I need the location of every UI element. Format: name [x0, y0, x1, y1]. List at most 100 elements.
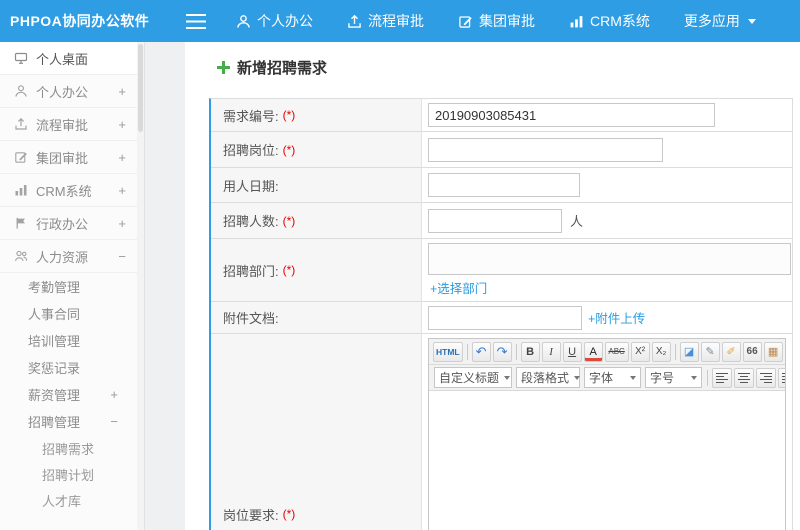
nav-process-approval[interactable]: 流程审批 [347, 11, 424, 31]
sidebar-item-recruit-demand[interactable]: 招聘需求 [0, 435, 144, 461]
dept-textarea[interactable] [428, 243, 791, 275]
form-row-requirement: 岗位要求: (*) HTML ↶ ↷ B I U A ABC X² X₂ ◪ ✎… [211, 334, 792, 530]
emoticon-button[interactable]: ▦ [763, 341, 783, 362]
hire-date-input[interactable] [428, 173, 580, 197]
top-bar: PHPOA协同办公软件 个人办公 流程审批 集团审批 CRM系统 更多应用 [0, 0, 800, 42]
sidebar-item-crm-system[interactable]: CRM系统 + [0, 174, 144, 207]
align-left-button[interactable] [712, 367, 732, 388]
label-text: 附件文档: [223, 311, 279, 326]
highlight-button[interactable]: ✐ [721, 341, 741, 362]
sidebar-item-label: 奖惩记录 [28, 361, 81, 376]
flag-icon [14, 216, 28, 230]
combo-label: 字体 [589, 371, 614, 385]
nav-personal-office[interactable]: 个人办公 [236, 11, 313, 31]
sidebar-item-human-resources[interactable]: 人力资源 − [0, 240, 144, 273]
align-justify-button[interactable] [778, 367, 785, 388]
sidebar-item-process-approval[interactable]: 流程审批 + [0, 108, 144, 141]
sidebar-item-hr-contract[interactable]: 人事合同 [0, 300, 144, 327]
position-input[interactable] [428, 137, 663, 162]
toolbar-separator [466, 343, 468, 360]
sidebar-item-recruit-mgmt[interactable]: 招聘管理 − [0, 408, 144, 435]
main-area: 新增招聘需求 需求编号: (*) 招聘岗位: (*) [145, 42, 800, 530]
required-mark: (*) [282, 263, 296, 277]
redo-button[interactable]: ↷ [492, 341, 512, 362]
form-row-position: 招聘岗位: (*) [211, 132, 792, 168]
sidebar-item-label: 薪资管理 [28, 388, 81, 403]
person-icon [236, 14, 251, 29]
process-icon [14, 117, 28, 131]
required-mark: (*) [282, 108, 296, 122]
strikethrough-button[interactable]: ABC [604, 341, 629, 362]
attachment-input[interactable] [428, 305, 582, 330]
required-mark: (*) [282, 507, 296, 521]
field-label: 招聘部门: (*) [211, 239, 422, 301]
sidebar-item-admin-office[interactable]: 行政办公 + [0, 207, 144, 240]
format-painter-button[interactable]: ✎ [700, 341, 720, 362]
sidebar-item-group-approval[interactable]: 集团审批 + [0, 141, 144, 174]
label-text: 用人日期: [223, 178, 279, 194]
font-style-button[interactable]: A [583, 341, 603, 362]
align-center-button[interactable] [734, 367, 754, 388]
subscript-button[interactable]: X₂ [651, 341, 671, 362]
caret-down-icon [747, 18, 756, 24]
upload-attachment-link[interactable]: +附件上传 [588, 308, 645, 327]
sidebar-item-reward-punishment[interactable]: 奖惩记录 [0, 354, 144, 381]
hamburger-menu-icon[interactable] [186, 13, 206, 29]
sidebar-item-label: 考勤管理 [28, 280, 81, 295]
sidebar-item-talent-pool[interactable]: 人才库 [0, 487, 144, 513]
field-label: 附件文档: [211, 302, 422, 333]
sidebar: 个人桌面 个人办公 + 流程审批 + 集团审批 + CRM系统 + 行政办公 +… [0, 42, 145, 530]
nav-more-apps[interactable]: 更多应用 [684, 11, 756, 31]
scrollbar-thumb[interactable] [138, 44, 143, 132]
underline-button[interactable]: U [562, 341, 582, 362]
sidebar-scrollbar[interactable] [137, 42, 144, 530]
superscript-button[interactable]: X² [630, 341, 650, 362]
people-icon [14, 249, 28, 263]
font-family-select[interactable]: 字体 [584, 367, 641, 388]
req-no-input[interactable] [428, 103, 715, 127]
blockquote-button[interactable]: 66 [742, 341, 762, 362]
sidebar-item-attendance-mgmt[interactable]: 考勤管理 [0, 273, 144, 300]
sidebar-item-label: 培训管理 [28, 334, 81, 349]
sidebar-item-personal-desktop[interactable]: 个人桌面 [0, 42, 144, 75]
font-size-select[interactable]: 字号 [645, 367, 702, 388]
content-panel: 新增招聘需求 需求编号: (*) 招聘岗位: (*) [185, 42, 800, 530]
sidebar-item-label: 人力资源 [36, 249, 89, 265]
toolbar-separator [707, 369, 708, 386]
combo-label: 段落格式 [521, 371, 570, 385]
sidebar-item-label: 招聘计划 [42, 467, 95, 483]
editor-content-area[interactable] [429, 391, 785, 530]
bold-button[interactable]: B [520, 341, 540, 362]
html-source-button[interactable]: HTML [433, 341, 463, 362]
undo-button[interactable]: ↶ [471, 341, 491, 362]
select-dept-link[interactable]: +选择部门 [430, 278, 487, 297]
sidebar-item-label: 招聘管理 [28, 415, 81, 430]
sidebar-item-salary-mgmt[interactable]: 薪资管理 + [0, 381, 144, 408]
italic-button[interactable]: I [541, 341, 561, 362]
eraser-button[interactable]: ◪ [679, 341, 699, 362]
bar-chart-icon [569, 14, 584, 29]
nav-label: CRM系统 [590, 13, 650, 29]
nav-group-approval[interactable]: 集团审批 [458, 11, 535, 31]
bar-chart-icon [14, 183, 28, 197]
paragraph-format-select[interactable]: 段落格式 [516, 367, 581, 388]
form-row-dept: 招聘部门: (*) +选择部门 [211, 239, 792, 302]
headcount-input[interactable] [428, 208, 562, 233]
person-icon [14, 84, 28, 98]
nav-label: 更多应用 [683, 13, 740, 29]
desktop-icon [14, 51, 28, 65]
editor-toolbar-row1: HTML ↶ ↷ B I U A ABC X² X₂ ◪ ✎ ✐ 66 ▦ [429, 339, 785, 365]
nav-crm-system[interactable]: CRM系统 [569, 11, 650, 31]
label-text: 招聘岗位: [223, 143, 279, 158]
field-label: 需求编号: (*) [211, 99, 422, 131]
editor-toolbar-row2: 自定义标题 段落格式 字体 字号 [429, 365, 785, 391]
sidebar-item-training-mgmt[interactable]: 培训管理 [0, 327, 144, 354]
align-right-button[interactable] [756, 367, 776, 388]
label-text: 岗位要求: [223, 507, 279, 523]
sidebar-item-personal-office[interactable]: 个人办公 + [0, 75, 144, 108]
custom-heading-select[interactable]: 自定义标题 [434, 367, 512, 388]
sidebar-item-recruit-plan[interactable]: 招聘计划 [0, 461, 144, 487]
recruit-demand-form: 需求编号: (*) 招聘岗位: (*) [209, 98, 793, 530]
label-text: 招聘部门: [223, 263, 279, 279]
align-justify-icon [782, 372, 785, 383]
